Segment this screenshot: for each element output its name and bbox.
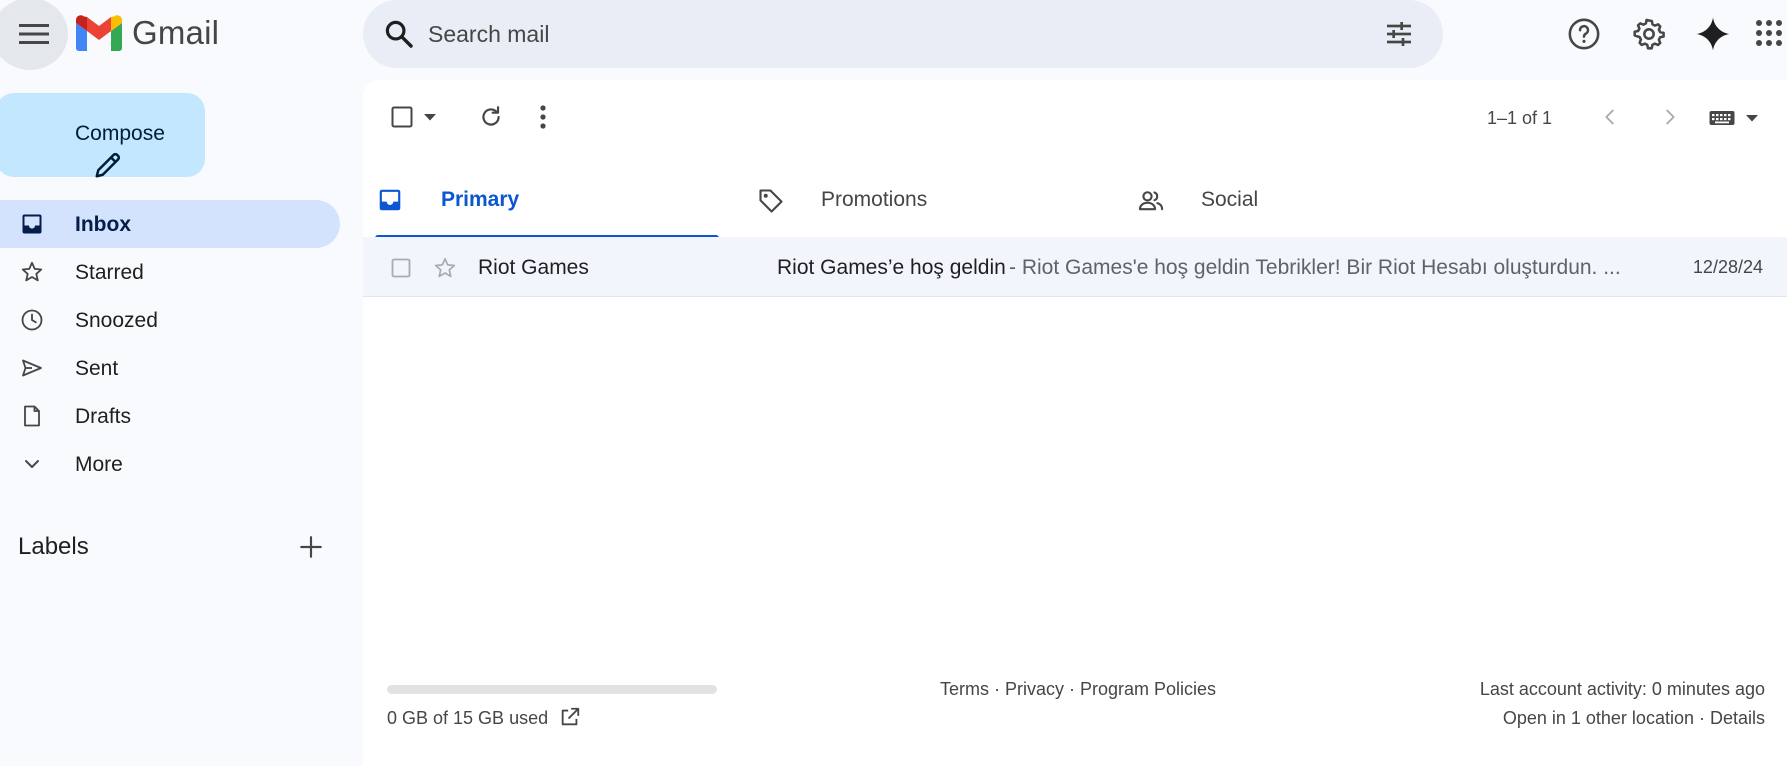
other-location-details-link[interactable]: Open in 1 other location · Details	[1503, 708, 1765, 729]
category-tabs: Primary Promotions Social	[363, 160, 1787, 239]
select-dropdown-icon[interactable]	[423, 112, 437, 122]
email-sender: Riot Games	[478, 256, 589, 279]
inbox-icon	[20, 212, 44, 236]
gmail-logo[interactable]: Gmail	[76, 14, 219, 52]
draft-icon	[20, 404, 44, 428]
pagination-text: 1–1 of 1	[1487, 108, 1553, 128]
input-tools-dropdown-icon[interactable]	[1745, 113, 1759, 123]
policy-links[interactable]: Terms · Privacy · Program Policies	[940, 679, 1216, 700]
inbox-tab-icon	[377, 187, 403, 213]
sidebar-item-sent[interactable]: Sent	[0, 344, 340, 392]
email-checkbox[interactable]	[391, 258, 411, 278]
email-row[interactable]: Riot Games Riot Games’e hoş geldin - Rio…	[363, 237, 1787, 297]
sidebar-item-label: Inbox	[75, 213, 131, 236]
sidebar-item-starred[interactable]: Starred	[0, 248, 340, 296]
select-all-checkbox[interactable]	[391, 106, 413, 128]
more-options-icon[interactable]	[539, 104, 547, 130]
sidebar-item-label: Snoozed	[75, 309, 158, 332]
previous-page-icon[interactable]	[1599, 106, 1621, 128]
top-bar: Gmail	[0, 0, 1787, 70]
search-bar[interactable]	[363, 0, 1443, 68]
refresh-icon[interactable]	[478, 104, 504, 130]
send-icon	[20, 356, 44, 380]
apps-icon[interactable]	[1755, 14, 1787, 54]
storage-usage-text: 0 GB of 15 GB used	[387, 708, 549, 728]
sidebar-item-label: Starred	[75, 261, 144, 284]
email-subject: Riot Games’e hoş geldin	[777, 256, 1006, 279]
star-icon	[20, 260, 44, 284]
labels-heading: Labels	[18, 533, 89, 560]
gemini-icon[interactable]	[1693, 14, 1733, 54]
sidebar-item-label: Drafts	[75, 405, 132, 428]
settings-icon[interactable]	[1629, 14, 1669, 54]
chevron-down-icon	[20, 452, 44, 476]
sidebar-item-label: Sent	[75, 357, 119, 380]
tag-icon	[757, 187, 785, 215]
main-menu-icon	[11, 23, 49, 45]
tab-label: Social	[1201, 188, 1259, 211]
app-name: Gmail	[132, 14, 220, 51]
tab-promotions[interactable]: Promotions	[743, 160, 1103, 238]
compose-label: Compose	[75, 122, 165, 145]
tab-social[interactable]: Social	[1123, 160, 1483, 238]
tab-label: Primary	[441, 188, 520, 211]
sidebar-nav: Inbox Starred Snoozed Sent Drafts More	[0, 200, 340, 488]
mail-toolbar: 1–1 of 1	[363, 80, 1787, 154]
email-snippet: - Riot Games'e hoş geldin Tebrikler! Bir…	[1009, 256, 1621, 279]
add-label-icon[interactable]	[298, 534, 324, 560]
clock-icon	[20, 308, 44, 332]
storage-usage-bar	[387, 685, 717, 694]
compose-button[interactable]: Compose	[0, 93, 205, 178]
next-page-icon[interactable]	[1659, 106, 1681, 128]
main-menu-button[interactable]	[0, 0, 68, 70]
star-toggle-icon[interactable]	[433, 256, 457, 280]
email-date: 12/28/24	[1692, 257, 1763, 277]
sidebar-item-more[interactable]: More	[0, 440, 340, 488]
sidebar-item-snoozed[interactable]: Snoozed	[0, 296, 340, 344]
search-input[interactable]	[428, 14, 1328, 54]
sidebar-item-inbox[interactable]: Inbox	[0, 200, 340, 248]
labels-section-header: Labels	[18, 530, 328, 566]
tab-label: Promotions	[821, 188, 928, 211]
help-icon[interactable]	[1564, 14, 1604, 54]
keyboard-icon[interactable]	[1709, 109, 1735, 127]
search-icon[interactable]	[383, 18, 415, 50]
gmail-logo-icon	[76, 15, 122, 51]
sidebar-item-label: More	[75, 453, 123, 476]
people-icon	[1137, 187, 1165, 215]
account-activity-text: Last account activity: 0 minutes ago	[1479, 679, 1765, 699]
mail-list-panel: 1–1 of 1 Primary Promotions Social Riot …	[363, 80, 1787, 766]
open-storage-link-icon[interactable]	[559, 706, 581, 728]
sidebar-item-drafts[interactable]: Drafts	[0, 392, 340, 440]
search-options-icon[interactable]	[1383, 18, 1415, 50]
tab-primary[interactable]: Primary	[363, 160, 723, 239]
